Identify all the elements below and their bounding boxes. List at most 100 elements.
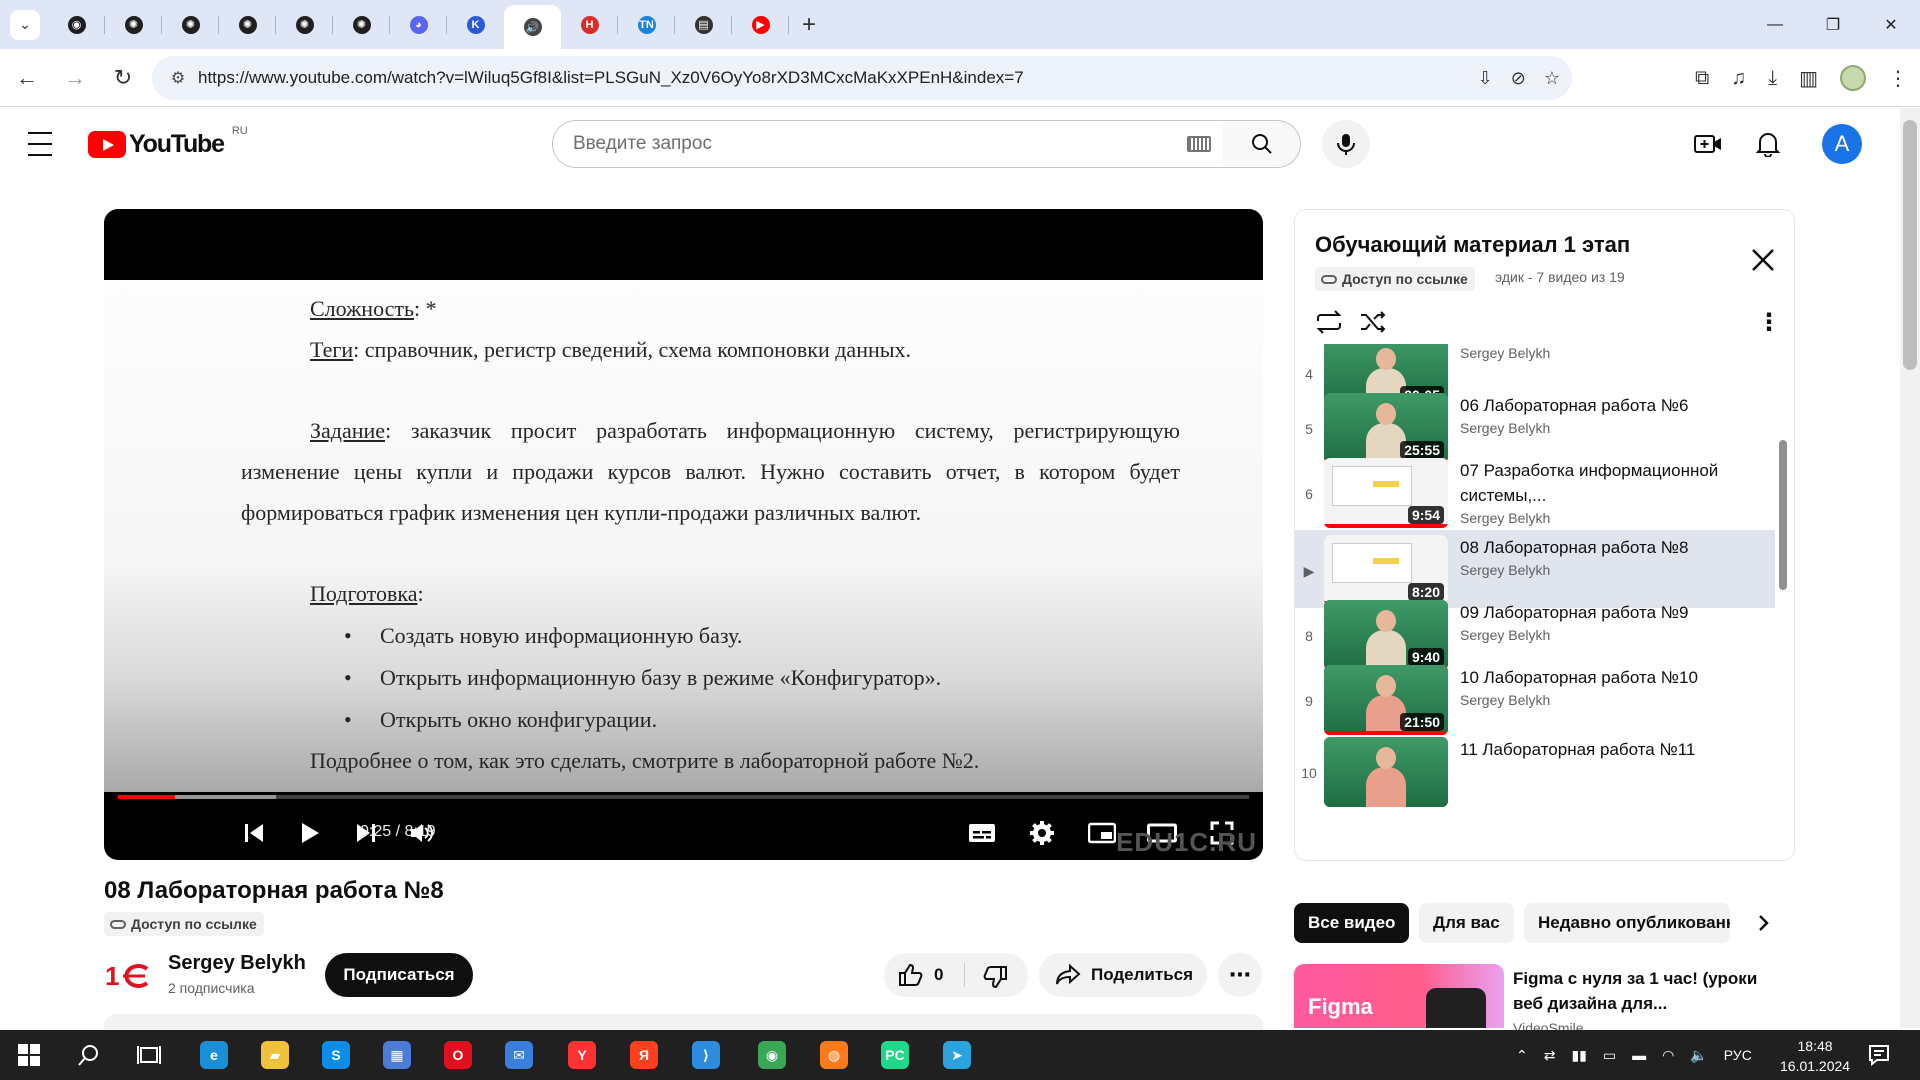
recommendation-thumbnail[interactable]: Figma [1294, 964, 1504, 1028]
page-scrollbar[interactable] [1900, 108, 1920, 1028]
close-icon[interactable] [1749, 246, 1777, 274]
seek-bar[interactable] [118, 795, 1249, 799]
taskbar-app-file-explorer[interactable]: ▰ [258, 1038, 292, 1072]
side-panel-icon[interactable]: ▥ [1799, 66, 1818, 91]
shuffle-button[interactable] [1357, 306, 1389, 338]
tracking-hidden-icon[interactable]: ⊘ [1511, 68, 1526, 89]
back-button[interactable]: ← [6, 57, 48, 99]
menu-icon[interactable] [28, 132, 62, 156]
playlist-title[interactable]: Обучающий материал 1 этап [1315, 232, 1630, 258]
install-app-icon[interactable]: ⇩ [1478, 68, 1493, 89]
settings-button[interactable] [1024, 815, 1060, 851]
taskbar-app-vscode[interactable]: ⟩ [689, 1038, 723, 1072]
create-video-button[interactable] [1692, 128, 1724, 160]
taskbar-app-microsoft-store[interactable]: ▦ [380, 1038, 414, 1072]
playlist-meta[interactable]: эдик - 7 видео из 19 [1495, 269, 1625, 285]
video-player[interactable]: Сложность: * Теги: справочник, регистр с… [104, 209, 1263, 860]
search-input[interactable]: Введите запрос [552, 120, 1224, 168]
browser-tab-openai-2[interactable]: ✺ [162, 0, 219, 49]
bookmark-star-icon[interactable]: ☆ [1544, 68, 1560, 89]
loop-playlist-button[interactable] [1313, 306, 1345, 338]
start-button[interactable] [12, 1038, 46, 1072]
tray-display-icon[interactable]: ▭ [1603, 1047, 1616, 1064]
tray-battery-icon[interactable]: ▬ [1632, 1047, 1646, 1063]
youtube-logo[interactable]: YouTube RU [88, 125, 248, 159]
playlist-item[interactable]: 10 11 Лабораторная работа №11 [1295, 732, 1775, 810]
playlist-more-button[interactable]: ⋮ [1753, 306, 1785, 338]
previous-button[interactable] [236, 815, 272, 851]
chip-all-videos[interactable]: Все видео [1294, 903, 1410, 943]
taskbar-app-opera[interactable]: O [441, 1038, 475, 1072]
close-window-button[interactable]: ✕ [1862, 0, 1920, 49]
profile-avatar[interactable] [1840, 65, 1866, 91]
playlist-item-thumbnail[interactable] [1324, 737, 1448, 807]
minimize-button[interactable]: — [1746, 0, 1804, 49]
browser-tab-tn[interactable]: TN [618, 0, 675, 49]
clock[interactable]: 18:48 16.01.2024 [1780, 1036, 1850, 1076]
taskbar-app-pycharm[interactable]: PC [878, 1038, 912, 1072]
voice-search-button[interactable] [1322, 120, 1370, 168]
description-box[interactable] [104, 1014, 1263, 1030]
browser-tab-github[interactable]: ◉ [48, 0, 105, 49]
tray-network-activity-icon[interactable]: ⇄ [1544, 1047, 1556, 1064]
tray-audio-device-icon[interactable]: ▮▮ [1571, 1047, 1586, 1064]
thumbs-down-icon[interactable] [982, 965, 1008, 989]
task-view-button[interactable] [132, 1038, 166, 1072]
playlist-item-thumbnail[interactable]: 21:50 [1324, 665, 1448, 735]
taskbar-app-chrome[interactable]: ◉ [749, 1030, 795, 1080]
browser-tab-audio[interactable]: 🔊 [504, 5, 561, 49]
tray-volume-icon[interactable]: 🔈 [1690, 1047, 1707, 1064]
restore-button[interactable]: ❐ [1804, 0, 1862, 49]
play-button[interactable] [292, 815, 328, 851]
subscribe-button[interactable]: Подписаться [325, 953, 473, 997]
browser-tab-monitor[interactable]: ▤ [675, 0, 732, 49]
browser-tab-k-app[interactable]: K [447, 0, 504, 49]
more-actions-button[interactable]: ⋯ [1218, 953, 1262, 997]
taskbar-app-firefox[interactable]: ◍ [817, 1038, 851, 1072]
downloads-icon[interactable]: ⤓ [1768, 67, 1777, 90]
search-button[interactable] [1223, 120, 1301, 168]
media-control-icon[interactable]: ♫ [1731, 67, 1746, 90]
taskbar-app-edge[interactable]: e [197, 1038, 231, 1072]
url-text[interactable]: https://www.youtube.com/watch?v=lWiluq5G… [198, 68, 1024, 88]
browser-tab-openai-5[interactable]: ✺ [333, 0, 390, 49]
browser-tab-openai-3[interactable]: ✺ [219, 0, 276, 49]
channel-avatar[interactable]: 1 [105, 956, 153, 996]
keyboard-icon[interactable] [1187, 136, 1211, 152]
taskbar-app-yandex[interactable]: Я [627, 1038, 661, 1072]
playlist-item-thumbnail[interactable]: 9:54 [1324, 458, 1448, 528]
browser-menu-icon[interactable]: ⋮ [1888, 66, 1908, 91]
chips-next-button[interactable] [1748, 907, 1780, 939]
playlist-scrollbar[interactable] [1779, 440, 1787, 590]
share-button[interactable]: Поделиться [1039, 953, 1207, 997]
tab-search-button[interactable]: ⌄ [10, 9, 40, 40]
browser-tab-discord[interactable]: ◕ [390, 0, 447, 49]
miniplayer-button[interactable] [1084, 815, 1120, 851]
browser-tab-youtube[interactable]: ▶ [732, 0, 789, 49]
browser-tab-openai-1[interactable]: ✺ [105, 0, 162, 49]
reload-button[interactable]: ↻ [102, 57, 144, 99]
notifications-center-button[interactable] [1862, 1038, 1896, 1072]
forward-button[interactable]: → [54, 57, 96, 99]
notifications-button[interactable] [1752, 128, 1784, 160]
address-bar[interactable]: ⚙ https://www.youtube.com/watch?v=lWiluq… [152, 56, 1572, 100]
tray-chevron-icon[interactable]: ⌃ [1516, 1047, 1528, 1064]
chip-for-you[interactable]: Для вас [1419, 903, 1514, 943]
search-taskbar-button[interactable] [72, 1038, 106, 1072]
chip-recently-uploaded[interactable]: Недавно опубликованн [1524, 903, 1730, 943]
tray-wifi-icon[interactable]: ◠ [1662, 1047, 1674, 1064]
browser-tab-openai-4[interactable]: ✺ [276, 0, 333, 49]
subtitles-button[interactable] [964, 815, 1000, 851]
new-tab-button[interactable]: + [789, 5, 829, 45]
account-avatar[interactable]: A [1822, 124, 1862, 164]
recommendation-title[interactable]: Figma с нуля за 1 час! (уроки веб дизайн… [1513, 966, 1773, 1016]
channel-name[interactable]: Sergey Belykh [168, 952, 306, 975]
extensions-icon[interactable]: ⧉ [1695, 67, 1709, 90]
site-settings-icon[interactable]: ⚙ [160, 68, 196, 88]
taskbar-app-yandex-browser[interactable]: Y [565, 1038, 599, 1072]
page-scrollbar-thumb[interactable] [1903, 120, 1917, 370]
taskbar-app-mail[interactable]: ✉ [502, 1038, 536, 1072]
taskbar-app-telegram[interactable]: ➤ [940, 1038, 974, 1072]
thumbs-up-icon[interactable] [898, 963, 924, 987]
language-indicator[interactable]: РУС [1724, 1047, 1752, 1063]
